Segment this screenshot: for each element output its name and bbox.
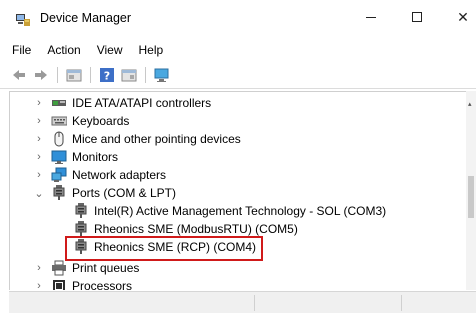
chevron-right-icon[interactable]: › <box>34 130 44 148</box>
tree-item-keyboards[interactable]: › Keyboards <box>10 112 430 130</box>
port-icon <box>75 221 87 236</box>
printer-icon <box>52 260 66 276</box>
chevron-down-icon[interactable]: ⌄ <box>34 184 44 202</box>
forward-button[interactable] <box>32 66 50 84</box>
tree-item-label: Network adapters <box>72 168 167 182</box>
tree-item-label: Mice and other pointing devices <box>72 132 241 146</box>
minimize-button[interactable] <box>348 0 394 34</box>
toolbar-separator <box>57 67 58 83</box>
forward-arrow-icon <box>35 70 47 80</box>
device-manager-icon <box>16 14 30 26</box>
menu-view[interactable]: View <box>89 40 131 60</box>
details-icon <box>121 69 137 82</box>
properties-icon <box>66 69 82 82</box>
help-icon: ? <box>100 68 114 83</box>
chevron-right-icon[interactable]: › <box>34 259 44 277</box>
details-button[interactable] <box>120 66 138 84</box>
tree-item-port-intel-amt[interactable]: Intel(R) Active Management Technology - … <box>10 202 450 220</box>
scrollbar-thumb[interactable] <box>468 176 474 218</box>
tree-item-network-adapters[interactable]: › Network adapters <box>10 166 430 184</box>
toolbar-separator <box>90 67 91 83</box>
status-bar <box>9 291 476 313</box>
close-button[interactable]: ✕ <box>440 0 476 34</box>
status-bar-divider <box>401 295 402 311</box>
back-arrow-icon <box>13 70 25 80</box>
toolbar: ? <box>0 63 476 87</box>
menu-bar: File Action View Help <box>0 39 476 61</box>
svg-text:?: ? <box>104 70 110 83</box>
highlight-annotation-box <box>65 236 263 261</box>
properties-button[interactable] <box>65 66 83 84</box>
tree-item-label: Processors <box>72 279 133 290</box>
scroll-up-arrow-icon[interactable]: ▴ <box>468 100 474 108</box>
chevron-right-icon[interactable]: › <box>34 112 44 130</box>
chevron-right-icon[interactable]: › <box>34 94 44 112</box>
network-adapter-icon <box>51 167 67 182</box>
back-button[interactable] <box>10 66 28 84</box>
tree-item-label: IDE ATA/ATAPI controllers <box>72 96 212 110</box>
menu-help[interactable]: Help <box>131 40 172 60</box>
monitor-icon <box>51 150 67 164</box>
port-icon <box>75 203 87 218</box>
title-bar: Device Manager ✕ <box>0 0 476 36</box>
tree-item-monitors[interactable]: › Monitors <box>10 148 430 166</box>
scan-hardware-button[interactable] <box>153 66 171 84</box>
tree-item-print-queues[interactable]: › Print queues <box>10 259 430 277</box>
chevron-right-icon[interactable]: › <box>34 166 44 184</box>
maximize-button[interactable] <box>394 0 440 34</box>
processor-icon <box>53 280 65 290</box>
tree-item-label: Ports (COM & LPT) <box>72 186 177 200</box>
status-bar-divider <box>254 295 255 311</box>
window-title: Device Manager <box>40 11 132 25</box>
chevron-right-icon[interactable]: › <box>34 148 44 166</box>
mouse-icon <box>54 131 64 147</box>
tree-item-label: Keyboards <box>72 114 130 128</box>
minimize-icon <box>366 16 376 18</box>
close-icon: ✕ <box>457 8 469 25</box>
tree-item-processors[interactable]: › Processors <box>10 277 430 290</box>
menu-action[interactable]: Action <box>39 40 88 60</box>
tree-item-ide-controllers[interactable]: › IDE ATA/ATAPI controllers <box>10 94 430 112</box>
maximize-icon <box>412 12 422 22</box>
toolbar-separator <box>145 67 146 83</box>
menu-file[interactable]: File <box>0 40 39 60</box>
scan-hardware-icon <box>154 68 169 82</box>
help-button[interactable]: ? <box>98 66 116 84</box>
tree-item-label: Monitors <box>72 150 119 164</box>
tree-item-label: Intel(R) Active Management Technology - … <box>94 204 387 218</box>
port-icon <box>53 185 65 200</box>
toolbar-divider <box>0 88 476 89</box>
keyboard-icon <box>51 116 67 126</box>
tree-item-ports[interactable]: ⌄ Ports (COM & LPT) <box>10 184 430 202</box>
chevron-right-icon[interactable]: › <box>34 277 44 290</box>
tree-item-label: Print queues <box>72 261 140 275</box>
tree-item-mice[interactable]: › Mice and other pointing devices <box>10 130 430 148</box>
tree-item-label: Rheonics SME (ModbusRTU) (COM5) <box>94 222 298 236</box>
ide-controller-icon <box>52 100 66 106</box>
